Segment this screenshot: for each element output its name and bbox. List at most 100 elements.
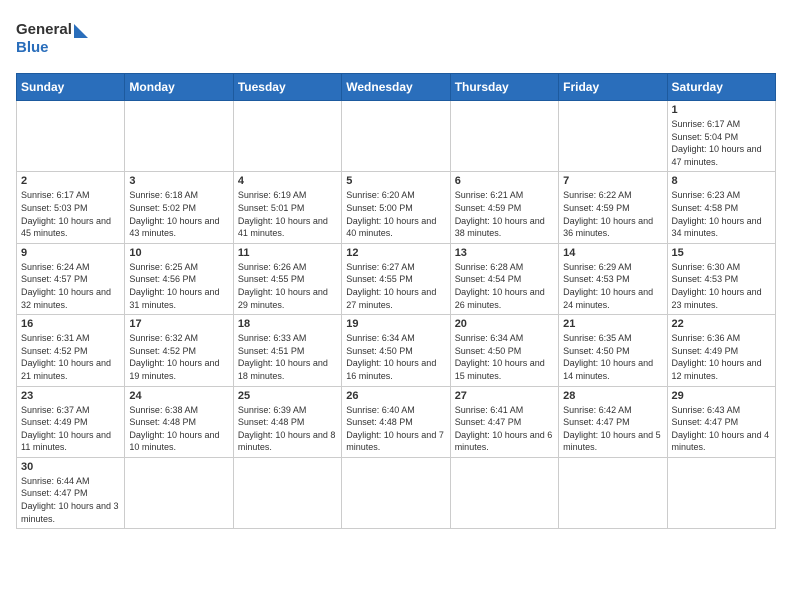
day-number: 2: [21, 175, 120, 187]
day-info: Sunrise: 6:34 AM Sunset: 4:50 PM Dayligh…: [455, 332, 554, 382]
day-info: Sunrise: 6:31 AM Sunset: 4:52 PM Dayligh…: [21, 332, 120, 382]
day-number: 29: [672, 390, 771, 402]
calendar-day-cell: [233, 457, 341, 528]
day-info: Sunrise: 6:23 AM Sunset: 4:58 PM Dayligh…: [672, 189, 771, 239]
calendar-day-cell: 24Sunrise: 6:38 AM Sunset: 4:48 PM Dayli…: [125, 386, 233, 457]
calendar-day-cell: 25Sunrise: 6:39 AM Sunset: 4:48 PM Dayli…: [233, 386, 341, 457]
logo: GeneralBlue: [16, 16, 96, 61]
day-info: Sunrise: 6:34 AM Sunset: 4:50 PM Dayligh…: [346, 332, 445, 382]
day-number: 28: [563, 390, 662, 402]
day-number: 13: [455, 247, 554, 259]
day-info: Sunrise: 6:36 AM Sunset: 4:49 PM Dayligh…: [672, 332, 771, 382]
day-info: Sunrise: 6:28 AM Sunset: 4:54 PM Dayligh…: [455, 261, 554, 311]
day-number: 9: [21, 247, 120, 259]
day-info: Sunrise: 6:17 AM Sunset: 5:03 PM Dayligh…: [21, 189, 120, 239]
day-number: 1: [672, 104, 771, 116]
calendar-header-row: SundayMondayTuesdayWednesdayThursdayFrid…: [17, 74, 776, 101]
calendar-day-cell: 6Sunrise: 6:21 AM Sunset: 4:59 PM Daylig…: [450, 172, 558, 243]
day-info: Sunrise: 6:25 AM Sunset: 4:56 PM Dayligh…: [129, 261, 228, 311]
day-info: Sunrise: 6:41 AM Sunset: 4:47 PM Dayligh…: [455, 404, 554, 454]
calendar-day-cell: 4 Sunrise: 6:19 AM Sunset: 5:01 PM Daylig…: [233, 172, 341, 243]
day-number: 8: [672, 175, 771, 187]
day-info: Sunrise: 6:43 AM Sunset: 4:47 PM Dayligh…: [672, 404, 771, 454]
calendar-day-cell: 27Sunrise: 6:41 AM Sunset: 4:47 PM Dayli…: [450, 386, 558, 457]
day-info: Sunrise: 6:24 AM Sunset: 4:57 PM Dayligh…: [21, 261, 120, 311]
calendar-week-row: 23 Sunrise: 6:37 AM Sunset: 4:49 PM Dayli…: [17, 386, 776, 457]
calendar-week-row: 9 Sunrise: 6:24 AM Sunset: 4:57 PM Daylig…: [17, 243, 776, 314]
calendar-day-cell: 2 Sunrise: 6:17 AM Sunset: 5:03 PM Daylig…: [17, 172, 125, 243]
calendar-day-cell: 16 Sunrise: 6:31 AM Sunset: 4:52 PM Dayli…: [17, 315, 125, 386]
calendar-day-header: Saturday: [667, 74, 775, 101]
calendar-day-header: Monday: [125, 74, 233, 101]
calendar-day-cell: 13 Sunrise: 6:28 AM Sunset: 4:54 PM Dayli…: [450, 243, 558, 314]
day-info: Sunrise: 6:37 AM Sunset: 4:49 PM Dayligh…: [21, 404, 120, 454]
day-info: Sunrise: 6:19 AM Sunset: 5:01 PM Dayligh…: [238, 189, 337, 239]
calendar-day-cell: 22 Sunrise: 6:36 AM Sunset: 4:49 PM Dayli…: [667, 315, 775, 386]
calendar-day-cell: [450, 457, 558, 528]
day-info: Sunrise: 6:17 AM Sunset: 5:04 PM Dayligh…: [672, 118, 771, 168]
calendar-day-cell: 9 Sunrise: 6:24 AM Sunset: 4:57 PM Daylig…: [17, 243, 125, 314]
calendar-day-cell: [125, 457, 233, 528]
day-number: 14: [563, 247, 662, 259]
calendar-day-cell: 1 Sunrise: 6:17 AM Sunset: 5:04 PM Daylig…: [667, 101, 775, 172]
day-number: 30: [21, 461, 120, 473]
calendar-day-cell: 21Sunrise: 6:35 AM Sunset: 4:50 PM Dayli…: [559, 315, 667, 386]
day-info: Sunrise: 6:38 AM Sunset: 4:48 PM Dayligh…: [129, 404, 228, 454]
calendar-day-cell: 12Sunrise: 6:27 AM Sunset: 4:55 PM Dayli…: [342, 243, 450, 314]
day-number: 23: [21, 390, 120, 402]
calendar-day-cell: [233, 101, 341, 172]
calendar-day-cell: 18 Sunrise: 6:33 AM Sunset: 4:51 PM Dayli…: [233, 315, 341, 386]
calendar-day-cell: 17Sunrise: 6:32 AM Sunset: 4:52 PM Dayli…: [125, 315, 233, 386]
calendar-day-cell: [17, 101, 125, 172]
day-number: 17: [129, 318, 228, 330]
page-header: GeneralBlue: [16, 16, 776, 61]
calendar-week-row: 16 Sunrise: 6:31 AM Sunset: 4:52 PM Dayli…: [17, 315, 776, 386]
calendar-day-cell: [667, 457, 775, 528]
calendar-week-row: 2 Sunrise: 6:17 AM Sunset: 5:03 PM Daylig…: [17, 172, 776, 243]
day-info: Sunrise: 6:30 AM Sunset: 4:53 PM Dayligh…: [672, 261, 771, 311]
calendar-day-cell: 30Sunrise: 6:44 AM Sunset: 4:47 PM Dayli…: [17, 457, 125, 528]
calendar-day-cell: [450, 101, 558, 172]
calendar-day-cell: 14 Sunrise: 6:29 AM Sunset: 4:53 PM Dayli…: [559, 243, 667, 314]
day-info: Sunrise: 6:18 AM Sunset: 5:02 PM Dayligh…: [129, 189, 228, 239]
day-info: Sunrise: 6:40 AM Sunset: 4:48 PM Dayligh…: [346, 404, 445, 454]
day-number: 15: [672, 247, 771, 259]
day-info: Sunrise: 6:22 AM Sunset: 4:59 PM Dayligh…: [563, 189, 662, 239]
calendar-day-cell: 7 Sunrise: 6:22 AM Sunset: 4:59 PM Daylig…: [559, 172, 667, 243]
calendar-week-row: 30Sunrise: 6:44 AM Sunset: 4:47 PM Dayli…: [17, 457, 776, 528]
day-number: 26: [346, 390, 445, 402]
day-number: 11: [238, 247, 337, 259]
calendar-day-cell: 19Sunrise: 6:34 AM Sunset: 4:50 PM Dayli…: [342, 315, 450, 386]
calendar-day-header: Sunday: [17, 74, 125, 101]
day-number: 16: [21, 318, 120, 330]
day-info: Sunrise: 6:42 AM Sunset: 4:47 PM Dayligh…: [563, 404, 662, 454]
calendar-day-cell: [342, 101, 450, 172]
calendar-day-header: Tuesday: [233, 74, 341, 101]
calendar-day-cell: 8 Sunrise: 6:23 AM Sunset: 4:58 PM Daylig…: [667, 172, 775, 243]
day-info: Sunrise: 6:33 AM Sunset: 4:51 PM Dayligh…: [238, 332, 337, 382]
day-info: Sunrise: 6:21 AM Sunset: 4:59 PM Dayligh…: [455, 189, 554, 239]
day-number: 22: [672, 318, 771, 330]
day-number: 7: [563, 175, 662, 187]
day-info: Sunrise: 6:27 AM Sunset: 4:55 PM Dayligh…: [346, 261, 445, 311]
calendar-day-cell: 15 Sunrise: 6:30 AM Sunset: 4:53 PM Dayli…: [667, 243, 775, 314]
calendar-day-cell: 29 Sunrise: 6:43 AM Sunset: 4:47 PM Dayli…: [667, 386, 775, 457]
calendar-day-cell: 3 Sunrise: 6:18 AM Sunset: 5:02 PM Daylig…: [125, 172, 233, 243]
calendar-day-header: Friday: [559, 74, 667, 101]
day-number: 3: [129, 175, 228, 187]
day-info: Sunrise: 6:39 AM Sunset: 4:48 PM Dayligh…: [238, 404, 337, 454]
calendar-week-row: 1 Sunrise: 6:17 AM Sunset: 5:04 PM Daylig…: [17, 101, 776, 172]
calendar-day-header: Thursday: [450, 74, 558, 101]
day-number: 21: [563, 318, 662, 330]
day-info: Sunrise: 6:29 AM Sunset: 4:53 PM Dayligh…: [563, 261, 662, 311]
calendar-day-cell: [342, 457, 450, 528]
calendar-day-cell: 20Sunrise: 6:34 AM Sunset: 4:50 PM Dayli…: [450, 315, 558, 386]
day-number: 4: [238, 175, 337, 187]
day-number: 18: [238, 318, 337, 330]
day-info: Sunrise: 6:20 AM Sunset: 5:00 PM Dayligh…: [346, 189, 445, 239]
calendar-day-cell: 10 Sunrise: 6:25 AM Sunset: 4:56 PM Dayli…: [125, 243, 233, 314]
calendar-day-cell: [559, 101, 667, 172]
day-number: 10: [129, 247, 228, 259]
calendar-day-cell: 11Sunrise: 6:26 AM Sunset: 4:55 PM Dayli…: [233, 243, 341, 314]
calendar-day-cell: 28 Sunrise: 6:42 AM Sunset: 4:47 PM Dayli…: [559, 386, 667, 457]
